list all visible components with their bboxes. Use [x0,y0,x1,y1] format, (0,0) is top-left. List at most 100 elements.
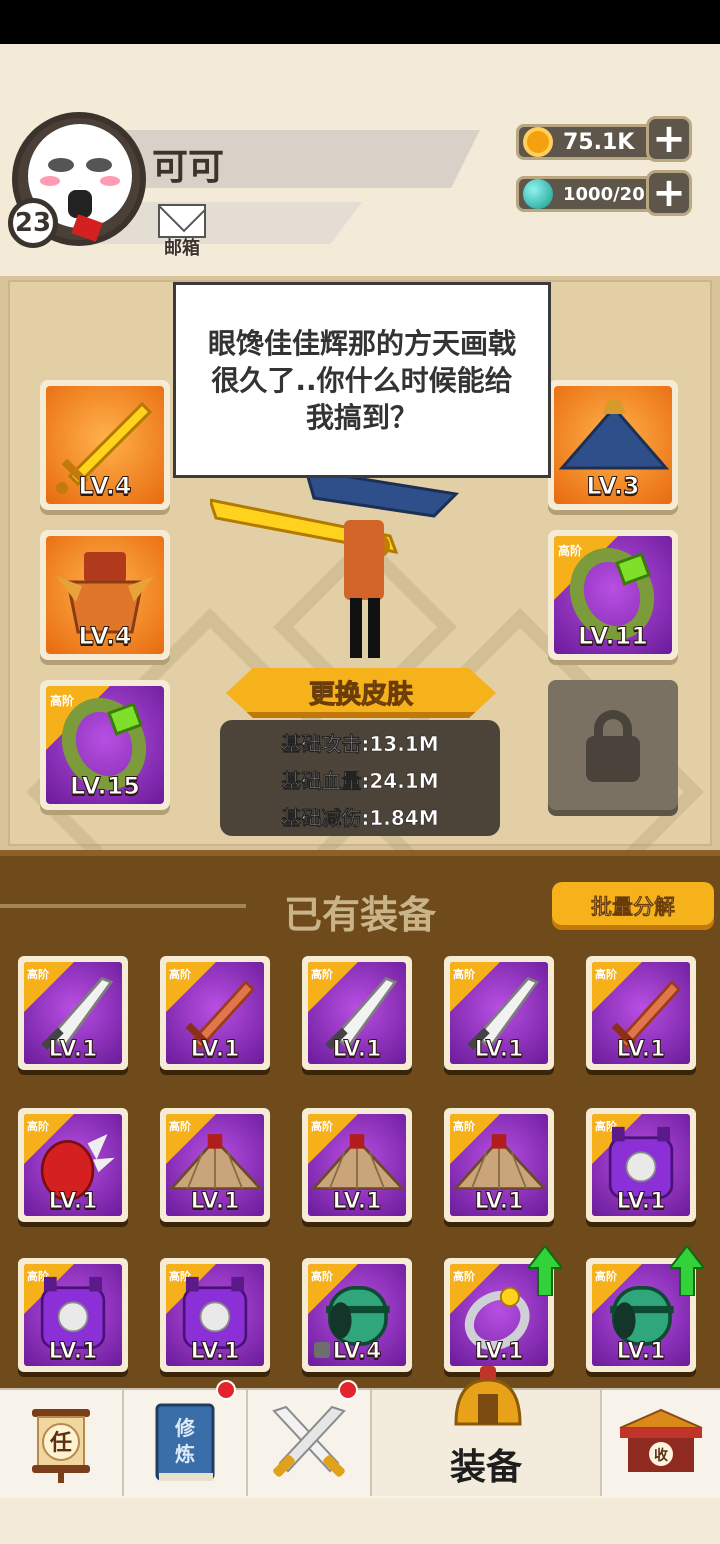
gold-value: 75.1K [563,129,635,155]
equip-slot-bg: LV.4 [46,386,164,504]
tab-equip[interactable]: 装备 [372,1366,602,1496]
item-bg: 高阶 LV.1 [24,1114,122,1216]
shop-icon: 收 [619,1408,703,1472]
avatar-eye [86,158,112,172]
avatar-eye [48,158,74,172]
item-level: LV.1 [616,1189,666,1215]
player-name: 可可 [152,147,225,188]
item-bg: 高阶 LV.1 [308,1114,406,1216]
inventory-item[interactable]: 高阶 LV.1 [302,1108,412,1222]
equip-slot-ring-2[interactable]: 高阶 LV.11 [548,530,678,660]
inventory-item[interactable]: 高阶 LV.1 [18,1258,128,1372]
item-bg: 高阶 LV.1 [166,1264,264,1366]
player-level-badge: 23 [8,198,58,248]
upgrade-arrow-icon [670,1246,704,1296]
inventory-item[interactable]: 高阶 LV.4 [302,1258,412,1372]
equip-slot-locked[interactable] [548,680,678,810]
equip-slot-bg: 高阶 LV.11 [554,536,672,654]
mail-plate [100,202,362,244]
tab-collect-label: 收 [654,1447,669,1464]
book-icon: 修 炼 [155,1403,215,1481]
item-level: LV.4 [78,472,132,501]
equip-slot-bg: 高阶 LV.15 [46,686,164,804]
character-dialog: 眼馋佳佳辉那的方天画戟很久了..你什么时候能给我搞到？ [173,282,551,478]
dialog-text: 眼馋佳佳辉那的方天画戟很久了..你什么时候能给我搞到？ [207,326,516,434]
item-bg: 高阶 LV.1 [166,1114,264,1216]
item-level: LV.1 [474,1189,524,1215]
item-bg: 高阶 LV.1 [592,962,690,1064]
tab-cultivate[interactable]: 修 炼 [124,1380,248,1496]
item-bg: 高阶 LV.1 [24,962,122,1064]
item-level: LV.1 [616,1339,666,1365]
item-level: LV.1 [474,1339,524,1365]
scroll-icon: 任 [32,1409,90,1483]
notification-dot [338,1380,358,1400]
tab-battle[interactable] [248,1380,372,1496]
gold-counter: 75.1K [516,124,666,160]
inventory-item[interactable]: 高阶 LV.1 [18,956,128,1070]
batch-dismantle-button[interactable]: 批量分解 [552,882,714,930]
item-level: LV.1 [48,1189,98,1215]
inventory-item[interactable]: 高阶 LV.1 [302,956,412,1070]
equip-slot-armor[interactable]: LV.4 [40,530,170,660]
item-bg: 高阶 LV.1 [592,1114,690,1216]
item-level: LV.1 [190,1037,240,1063]
inventory-item[interactable]: 高阶 LV.1 [160,1258,270,1372]
inventory-item[interactable]: 高阶 LV.1 [586,956,696,1070]
equip-slot-bg: LV.4 [46,536,164,654]
footer-bar [0,1498,720,1544]
add-gold-button[interactable]: + [646,116,692,162]
equip-slot-weapon[interactable]: LV.4 [40,380,170,510]
tab-cultivate-label-top: 修 [174,1416,196,1440]
tab-task[interactable]: 任 [0,1390,124,1496]
coin-icon [523,127,553,157]
item-bg: 高阶 LV.1 [450,962,548,1064]
item-level: LV.1 [48,1037,98,1063]
item-bg: 高阶 LV.1 [24,1264,122,1366]
equip-slot-hat[interactable]: LV.3 [548,380,678,510]
mail-button[interactable]: 邮箱 [156,204,208,260]
hero-character [210,468,460,658]
tab-task-label: 任 [49,1430,72,1456]
avatar-blush [40,176,60,186]
item-level: LV.3 [586,472,640,501]
item-level: LV.4 [332,1339,382,1365]
gem-value: 1000/20 [563,183,645,205]
status-bar [0,0,720,44]
gem-counter: 1000/20 [516,176,666,212]
inventory-item[interactable]: 高阶 LV.1 [586,1246,704,1372]
helmet-icon [454,1366,522,1426]
stat-hp: 基础血量:24.1M [281,769,439,794]
crossed-swords-icon [272,1405,346,1477]
inventory-item[interactable]: 高阶 LV.1 [586,1108,696,1222]
item-level: LV.1 [190,1339,240,1365]
inventory-item[interactable]: 高阶 LV.1 [444,956,554,1070]
inventory-item[interactable]: 高阶 LV.1 [18,1108,128,1222]
item-level: LV.1 [190,1189,240,1215]
gem-icon [523,179,553,209]
item-level: LV.4 [78,622,132,651]
inventory-item[interactable]: 高阶 LV.1 [160,956,270,1070]
lock-icon-body [586,736,640,782]
item-bg: 高阶 LV.4 [308,1264,406,1366]
notification-dot [216,1380,236,1400]
item-bg: 高阶 LV.1 [450,1114,548,1216]
change-skin-button[interactable]: 更换皮肤 [226,664,496,722]
item-level: LV.1 [332,1037,382,1063]
item-bg: 高阶 LV.1 [166,962,264,1064]
item-bg: 高阶 LV.1 [308,962,406,1064]
inventory-item[interactable]: 高阶 LV.1 [444,1246,562,1372]
upgrade-arrow-icon [528,1246,562,1296]
inventory-item[interactable]: 高阶 LV.1 [444,1108,554,1222]
add-gem-button[interactable]: + [646,170,692,216]
item-level: LV.1 [332,1189,382,1215]
stat-reduction: 基础减伤:1.84M [281,806,439,831]
mail-icon [158,204,206,238]
equip-slot-ring[interactable]: 高阶 LV.15 [40,680,170,810]
inventory-item[interactable]: 高阶 LV.1 [160,1108,270,1222]
item-level: LV.11 [578,622,649,651]
bottom-navigation: 任 修 炼 装备 收 [0,1366,720,1498]
tab-collect[interactable]: 收 [602,1390,720,1496]
item-level: LV.1 [474,1037,524,1063]
base-stats-panel: 基础攻击:13.1M 基础血量:24.1M 基础减伤:1.84M [220,720,500,836]
